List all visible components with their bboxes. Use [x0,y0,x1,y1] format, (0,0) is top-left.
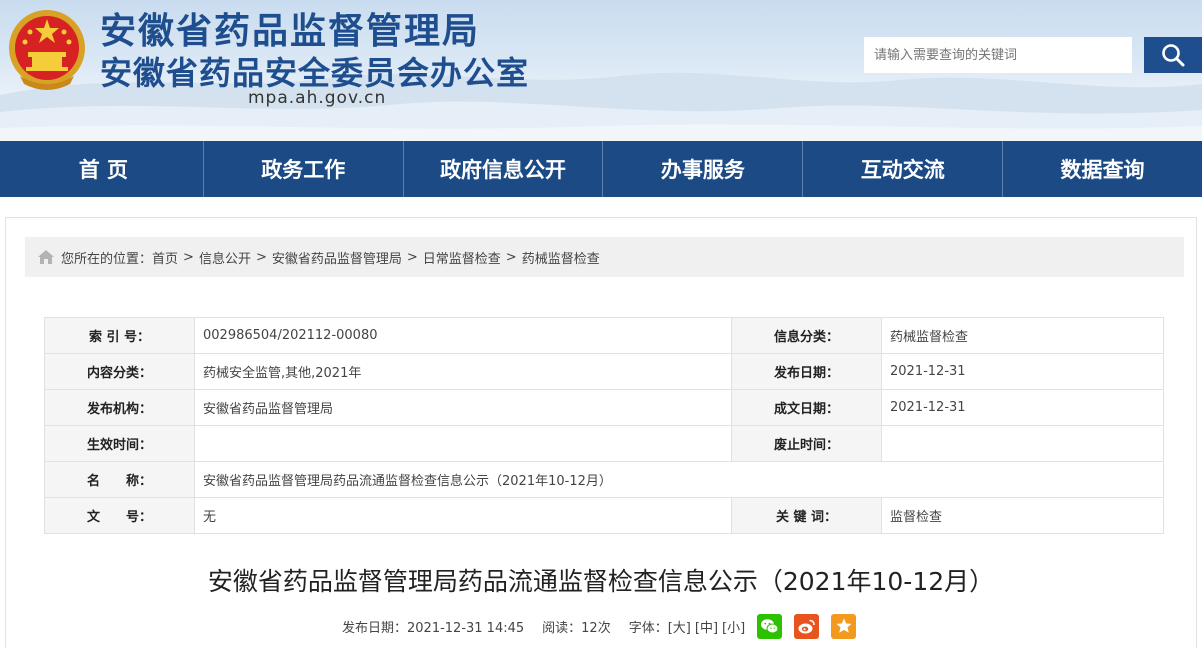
category-label: 信息分类： [731,317,882,354]
search-button[interactable] [1144,37,1202,73]
main-nav: 首 页 政务工作 政府信息公开 办事服务 互动交流 数据查询 [0,141,1202,197]
weibo-share-button[interactable] [794,613,820,639]
expiry-time-label: 废止时间： [731,425,882,462]
search-icon [1162,44,1185,67]
nav-item-home[interactable]: 首 页 [0,141,203,197]
document-number-label: 文 号： [44,497,195,534]
table-row: 索 引 号： 002986504/202112-00080 信息分类： 药械监督… [44,317,1164,354]
breadcrumb: 您所在的位置： 首页 > 信息公开 > 安徽省药品监督管理局 > 日常监督检查 … [25,237,1184,277]
font-size-label: 字体： [628,620,668,636]
index-label: 索 引 号： [44,317,195,354]
table-row: 生效时间： 废止时间： [44,425,1164,462]
effective-time-value [194,425,732,462]
publisher-label: 发布机构： [44,389,195,426]
document-metadata-table: 索 引 号： 002986504/202112-00080 信息分类： 药械监督… [44,317,1164,534]
publish-date-label: 发布日期： [731,353,882,390]
nav-item-services[interactable]: 办事服务 [602,141,802,197]
document-name-label: 名 称： [44,461,195,498]
breadcrumb-separator: > [183,249,194,265]
site-title: 安徽省药品监督管理局 [100,11,481,52]
nav-item-interaction[interactable]: 互动交流 [802,141,1002,197]
breadcrumb-item-disclosure[interactable]: 信息公开 [199,248,251,267]
keywords-label: 关 键 词： [731,497,882,534]
document-name-value: 安徽省药品监督管理局药品流通监督检查信息公示（2021年10-12月） [194,461,1164,498]
wechat-share-button[interactable] [757,613,783,639]
publish-date-value: 2021-12-31 [881,353,1164,390]
star-icon [836,618,852,633]
home-icon [38,250,54,264]
favorite-button[interactable] [831,613,857,639]
content-category-value: 药械安全监管,其他,2021年 [194,353,732,390]
table-row: 发布机构： 安徽省药品监督管理局 成文日期： 2021-12-31 [44,389,1164,426]
font-size-medium-link[interactable]: [中] [695,617,718,636]
site-domain: mpa.ah.gov.cn [248,88,387,108]
site-header: 安徽省药品监督管理局 安徽省药品安全委员会办公室 mpa.ah.gov.cn [0,0,1202,141]
document-date-value: 2021-12-31 [881,389,1164,426]
article-publish-date: 发布日期：2021-12-31 14:45 [342,620,525,636]
breadcrumb-separator: > [255,249,267,265]
breadcrumb-separator: > [406,249,418,265]
article-title: 安徽省药品监督管理局药品流通监督检查信息公示（2021年10-12月） [207,567,995,596]
breadcrumb-prefix: 您所在的位置： [61,251,153,267]
weibo-icon [798,619,815,633]
nav-item-information-disclosure[interactable]: 政府信息公开 [402,141,603,197]
font-size-large-link[interactable]: [大] [668,617,691,636]
expiry-time-value [881,425,1164,462]
publisher-value: 安徽省药品监督管理局 [194,389,732,426]
table-row: 文 号： 无 关 键 词： 监督检查 [44,497,1164,534]
breadcrumb-item-daily-inspection[interactable]: 日常监督检查 [423,248,501,267]
document-date-label: 成文日期： [731,389,882,426]
content-category-label: 内容分类： [44,353,195,390]
article-read-count: 阅读：12次 [542,620,611,636]
table-row: 内容分类： 药械安全监管,其他,2021年 发布日期： 2021-12-31 [44,353,1164,390]
search-input[interactable] [864,37,1132,73]
font-size-small-link[interactable]: [小] [722,617,745,636]
table-row: 名 称： 安徽省药品监督管理局药品流通监督检查信息公示（2021年10-12月） [44,461,1164,498]
nav-item-data-query[interactable]: 数据查询 [1002,141,1202,197]
article-meta: 发布日期：2021-12-31 14:45 阅读：12次 字体： [大] [中]… [342,612,857,640]
index-value: 002986504/202112-00080 [194,317,732,354]
effective-time-label: 生效时间： [44,425,195,462]
breadcrumb-item-drug-device-inspection[interactable]: 药械监督检查 [522,248,600,267]
breadcrumb-item-home[interactable]: 首页 [152,248,178,267]
national-emblem-icon [9,10,85,90]
document-number-value: 无 [194,497,732,534]
search-box [864,37,1202,73]
category-value: 药械监督检查 [881,317,1164,354]
breadcrumb-separator: > [505,249,517,265]
nav-item-government-affairs[interactable]: 政务工作 [202,141,403,197]
breadcrumb-item-bureau[interactable]: 安徽省药品监督管理局 [272,248,402,267]
keywords-value: 监督检查 [881,497,1164,534]
wechat-icon [761,618,779,633]
